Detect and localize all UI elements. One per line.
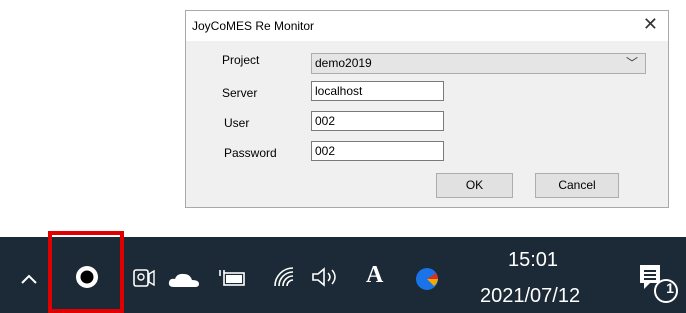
tray-highlight-box xyxy=(48,231,124,313)
chevron-down-icon[interactable]: ﹀ xyxy=(626,54,638,73)
chevron-up-icon[interactable] xyxy=(20,273,38,285)
user-input[interactable]: 002 xyxy=(311,111,444,131)
login-dialog: JoyCoMES Re Monitor ✕ Project demo2019 ﹀… xyxy=(185,10,669,208)
close-icon[interactable]: ✕ xyxy=(643,15,658,33)
ime-icon[interactable]: A xyxy=(366,262,383,289)
password-label: Password xyxy=(224,146,277,160)
ok-button[interactable]: OK xyxy=(436,173,513,198)
volume-icon[interactable] xyxy=(310,265,344,289)
server-input[interactable]: localhost xyxy=(311,81,444,101)
dialog-title: JoyCoMES Re Monitor xyxy=(192,19,315,33)
clock-time[interactable]: 15:01 xyxy=(508,249,558,272)
password-input[interactable]: 002 xyxy=(311,141,444,161)
notification-count-badge: 1 xyxy=(666,280,674,296)
wifi-icon[interactable] xyxy=(272,265,296,289)
battery-icon[interactable] xyxy=(218,267,246,289)
dialog-titlebar[interactable]: JoyCoMES Re Monitor ✕ xyxy=(186,11,668,41)
chrome-dot-icon[interactable] xyxy=(412,264,442,294)
server-label: Server xyxy=(222,86,258,100)
camera-icon[interactable] xyxy=(132,265,156,289)
user-label: User xyxy=(224,116,250,130)
cancel-button[interactable]: Cancel xyxy=(535,173,619,198)
project-label: Project xyxy=(222,53,260,67)
onedrive-cloud-icon[interactable] xyxy=(168,271,200,289)
clock-date[interactable]: 2021/07/12 xyxy=(480,285,580,308)
project-select-value: demo2019 xyxy=(315,56,372,70)
project-select[interactable]: demo2019 ﹀ xyxy=(311,53,646,74)
